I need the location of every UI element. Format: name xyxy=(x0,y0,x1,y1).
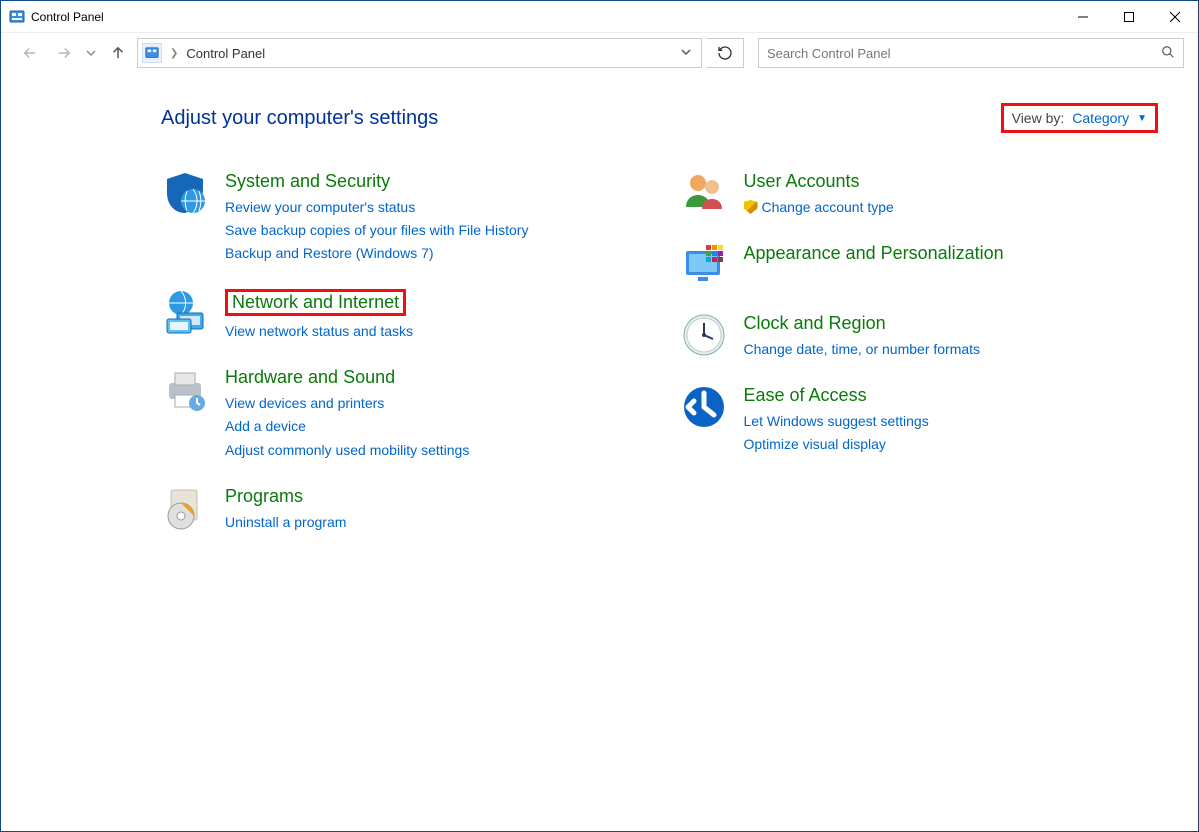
clock-icon xyxy=(680,311,728,359)
category-programs: Programs Uninstall a program xyxy=(161,484,640,534)
refresh-button[interactable] xyxy=(706,38,744,68)
category-columns: System and Security Review your computer'… xyxy=(161,169,1158,556)
link-programs-0[interactable]: Uninstall a program xyxy=(225,511,346,534)
settings-header: Adjust your computer's settings View by:… xyxy=(161,103,1158,133)
link-hardware-sound-1[interactable]: Add a device xyxy=(225,415,469,438)
titlebar: Control Panel xyxy=(1,1,1198,33)
left-column: System and Security Review your computer'… xyxy=(161,169,640,556)
back-button[interactable] xyxy=(15,38,45,68)
printer-icon xyxy=(161,365,209,413)
chevron-right-icon[interactable]: ❯ xyxy=(166,48,182,59)
window-controls xyxy=(1060,1,1198,33)
link-user-accounts-0[interactable]: Change account type xyxy=(744,196,894,219)
caret-down-icon: ▼ xyxy=(1137,113,1147,124)
category-title-ease-of-access[interactable]: Ease of Access xyxy=(744,385,867,406)
shield-globe-icon xyxy=(161,169,209,217)
control-panel-icon xyxy=(9,9,25,25)
link-ease-of-access-1[interactable]: Optimize visual display xyxy=(744,433,929,456)
minimize-button[interactable] xyxy=(1060,1,1106,33)
link-system-security-2[interactable]: Backup and Restore (Windows 7) xyxy=(225,242,528,265)
right-column: User Accounts Change account type Appearan… xyxy=(680,169,1159,556)
address-history-dropdown[interactable] xyxy=(675,47,697,60)
category-title-system-security[interactable]: System and Security xyxy=(225,171,390,192)
category-title-network-internet[interactable]: Network and Internet xyxy=(225,289,406,316)
category-appearance: Appearance and Personalization xyxy=(680,241,1159,289)
search-box[interactable] xyxy=(758,38,1184,68)
category-title-hardware-sound[interactable]: Hardware and Sound xyxy=(225,367,395,388)
disc-box-icon xyxy=(161,484,209,532)
content-area: Adjust your computer's settings View by:… xyxy=(1,73,1198,556)
category-user-accounts: User Accounts Change account type xyxy=(680,169,1159,219)
nav-row: ❯ Control Panel xyxy=(1,33,1198,73)
category-title-appearance[interactable]: Appearance and Personalization xyxy=(744,243,1004,264)
category-title-programs[interactable]: Programs xyxy=(225,486,303,507)
category-system-security: System and Security Review your computer'… xyxy=(161,169,640,265)
category-clock-region: Clock and Region Change date, time, or nu… xyxy=(680,311,1159,361)
search-input[interactable] xyxy=(767,46,1155,61)
view-by-value: Category xyxy=(1072,110,1129,126)
category-body: System and Security Review your computer'… xyxy=(225,169,528,265)
category-title-user-accounts[interactable]: User Accounts xyxy=(744,171,860,192)
maximize-button[interactable] xyxy=(1106,1,1152,33)
category-ease-of-access: Ease of Access Let Windows suggest settin… xyxy=(680,383,1159,456)
link-hardware-sound-2[interactable]: Adjust commonly used mobility settings xyxy=(225,439,469,462)
category-body: Appearance and Personalization xyxy=(744,241,1004,289)
search-icon xyxy=(1161,45,1175,62)
category-body: Clock and Region Change date, time, or nu… xyxy=(744,311,981,361)
view-by-label: View by: xyxy=(1012,110,1065,126)
link-clock-region-0[interactable]: Change date, time, or number formats xyxy=(744,338,981,361)
up-button[interactable] xyxy=(103,38,133,68)
category-title-clock-region[interactable]: Clock and Region xyxy=(744,313,886,334)
network-icon xyxy=(161,287,209,335)
page-title: Adjust your computer's settings xyxy=(161,107,438,130)
category-body: User Accounts Change account type xyxy=(744,169,894,219)
forward-button[interactable] xyxy=(49,38,79,68)
appearance-icon xyxy=(680,241,728,289)
category-body: Network and Internet View network status … xyxy=(225,287,413,343)
window-title: Control Panel xyxy=(31,10,104,24)
category-body: Hardware and Sound View devices and print… xyxy=(225,365,469,461)
users-icon xyxy=(680,169,728,217)
ease-icon xyxy=(680,383,728,431)
category-hardware-sound: Hardware and Sound View devices and print… xyxy=(161,365,640,461)
category-network-internet: Network and Internet View network status … xyxy=(161,287,640,343)
link-system-security-0[interactable]: Review your computer's status xyxy=(225,196,528,219)
category-body: Programs Uninstall a program xyxy=(225,484,346,534)
category-body: Ease of Access Let Windows suggest settin… xyxy=(744,383,929,456)
link-network-internet-0[interactable]: View network status and tasks xyxy=(225,320,413,343)
link-system-security-1[interactable]: Save backup copies of your files with Fi… xyxy=(225,219,528,242)
address-bar[interactable]: ❯ Control Panel xyxy=(137,38,702,68)
recent-dropdown[interactable] xyxy=(83,38,99,68)
address-icon xyxy=(142,43,162,63)
link-ease-of-access-0[interactable]: Let Windows suggest settings xyxy=(744,410,929,433)
breadcrumb[interactable]: Control Panel xyxy=(186,46,265,61)
link-hardware-sound-0[interactable]: View devices and printers xyxy=(225,392,469,415)
close-button[interactable] xyxy=(1152,1,1198,33)
view-by-selector[interactable]: View by: Category ▼ xyxy=(1001,103,1158,133)
